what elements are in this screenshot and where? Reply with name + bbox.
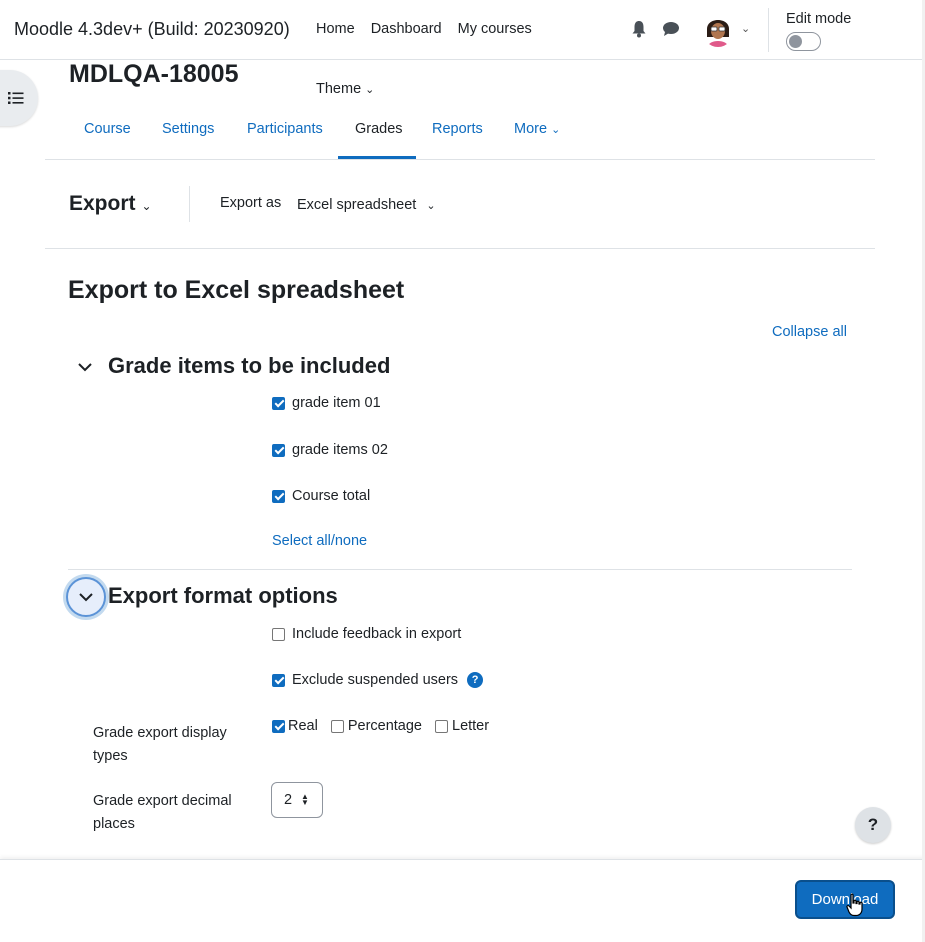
tab-grades[interactable]: Grades bbox=[355, 121, 403, 137]
chevron-down-icon bbox=[79, 593, 93, 602]
nav-dashboard[interactable]: Dashboard bbox=[371, 21, 442, 37]
tertiary-divider bbox=[189, 186, 190, 222]
user-menu-chevron-down-icon[interactable]: ⌄ bbox=[741, 22, 750, 35]
primary-navigation: Home Dashboard My courses bbox=[316, 21, 548, 37]
display-type-real-checkbox[interactable] bbox=[272, 719, 285, 733]
edit-mode-toggle[interactable] bbox=[786, 32, 821, 51]
notifications-bell-icon[interactable] bbox=[631, 20, 647, 38]
decimal-places-label: Grade export decimal places bbox=[93, 793, 232, 832]
theme-menu[interactable]: Theme ⌄ bbox=[316, 81, 374, 97]
download-button[interactable]: Download bbox=[795, 880, 895, 919]
display-types-group: Real Percentage Letter bbox=[272, 718, 489, 734]
course-total-checkbox[interactable] bbox=[272, 489, 285, 503]
chevron-down-icon: ⌄ bbox=[551, 124, 561, 136]
grade-item-01-row[interactable]: grade item 01 bbox=[272, 395, 381, 411]
sticky-footer: Download bbox=[0, 859, 925, 942]
hand-pointer-cursor-icon bbox=[846, 893, 863, 917]
include-feedback-label: Include feedback in export bbox=[292, 626, 462, 642]
edit-mode-label: Edit mode bbox=[786, 11, 852, 27]
display-type-real-label: Real bbox=[288, 718, 318, 734]
tab-settings[interactable]: Settings bbox=[162, 121, 214, 137]
include-feedback-row[interactable]: Include feedback in export bbox=[272, 626, 461, 642]
section-divider bbox=[68, 569, 852, 570]
question-help-icon[interactable]: ? bbox=[467, 672, 484, 688]
grade-item-02-checkbox[interactable] bbox=[272, 443, 285, 457]
collapse-all-link[interactable]: Collapse all bbox=[772, 324, 847, 340]
course-index-drawer-button[interactable] bbox=[0, 70, 38, 126]
toggle-knob bbox=[789, 35, 802, 48]
exclude-suspended-label: Exclude suspended users bbox=[292, 672, 459, 688]
course-title: MDLQA-18005 bbox=[69, 60, 239, 88]
export-format-section-toggle[interactable] bbox=[66, 577, 106, 617]
grade-item-02-label: grade items 02 bbox=[292, 442, 388, 458]
display-types-label: Grade export display types bbox=[93, 725, 227, 764]
tab-participants[interactable]: Participants bbox=[247, 121, 323, 137]
list-icon bbox=[8, 92, 24, 104]
chevron-down-icon: ⌄ bbox=[141, 199, 152, 213]
help-button[interactable]: ? bbox=[855, 807, 891, 843]
tab-course[interactable]: Course bbox=[84, 121, 131, 137]
active-tab-indicator bbox=[338, 156, 416, 159]
exclude-suspended-checkbox[interactable] bbox=[272, 673, 285, 687]
decimal-places-value: 2 bbox=[284, 792, 293, 808]
theme-menu-label: Theme bbox=[316, 81, 362, 97]
select-updown-icon: ▲ ▼ bbox=[301, 792, 309, 807]
chevron-down-icon: ⌄ bbox=[426, 200, 436, 212]
export-as-label: Export as bbox=[220, 195, 282, 211]
select-all-none-link[interactable]: Select all/none bbox=[272, 533, 367, 549]
exclude-suspended-row[interactable]: Exclude suspended users ? bbox=[272, 672, 484, 688]
display-type-letter-label: Letter bbox=[452, 718, 490, 734]
chevron-down-icon bbox=[78, 363, 92, 372]
decimal-places-select[interactable]: 2 ▲ ▼ bbox=[271, 782, 323, 818]
display-type-percentage-checkbox[interactable] bbox=[330, 719, 344, 733]
course-secondary-navigation: Course Settings Participants Grades Repo… bbox=[45, 100, 875, 160]
export-as-value: Excel spreadsheet bbox=[297, 197, 417, 213]
chevron-down-icon: ⌄ bbox=[365, 84, 375, 96]
navbar-divider bbox=[768, 8, 769, 52]
grade-items-section-title: Grade items to be included bbox=[108, 353, 391, 378]
tab-more[interactable]: More ⌄ bbox=[514, 121, 560, 137]
user-avatar[interactable] bbox=[702, 13, 734, 47]
nav-my-courses[interactable]: My courses bbox=[458, 21, 532, 37]
tab-more-label: More bbox=[514, 121, 548, 137]
grade-item-01-checkbox[interactable] bbox=[272, 396, 285, 410]
display-type-letter-checkbox[interactable] bbox=[435, 719, 448, 733]
export-as-select[interactable]: Excel spreadsheet ⌄ bbox=[297, 197, 436, 213]
nav-home[interactable]: Home bbox=[316, 21, 355, 37]
export-format-section-title: Export format options bbox=[108, 583, 338, 608]
export-action-menu[interactable]: Export ⌄ bbox=[69, 192, 152, 216]
site-brand[interactable]: Moodle 4.3dev+ (Build: 20230920) bbox=[14, 19, 290, 40]
include-feedback-checkbox[interactable] bbox=[272, 627, 285, 641]
tertiary-navigation: Export ⌄ Export as Excel spreadsheet ⌄ bbox=[45, 160, 875, 249]
grade-item-01-label: grade item 01 bbox=[292, 395, 381, 411]
tab-reports[interactable]: Reports bbox=[432, 121, 483, 137]
messages-chat-icon[interactable] bbox=[662, 21, 680, 37]
export-menu-label: Export bbox=[69, 192, 136, 215]
display-type-percentage-label: Percentage bbox=[347, 718, 422, 734]
course-total-row[interactable]: Course total bbox=[272, 488, 370, 504]
page-heading: Export to Excel spreadsheet bbox=[68, 276, 405, 304]
grade-items-section-toggle[interactable] bbox=[67, 349, 103, 385]
top-navbar: Moodle 4.3dev+ (Build: 20230920) Home Da… bbox=[0, 0, 925, 60]
grade-item-02-row[interactable]: grade items 02 bbox=[272, 442, 388, 458]
course-total-label: Course total bbox=[292, 488, 371, 504]
